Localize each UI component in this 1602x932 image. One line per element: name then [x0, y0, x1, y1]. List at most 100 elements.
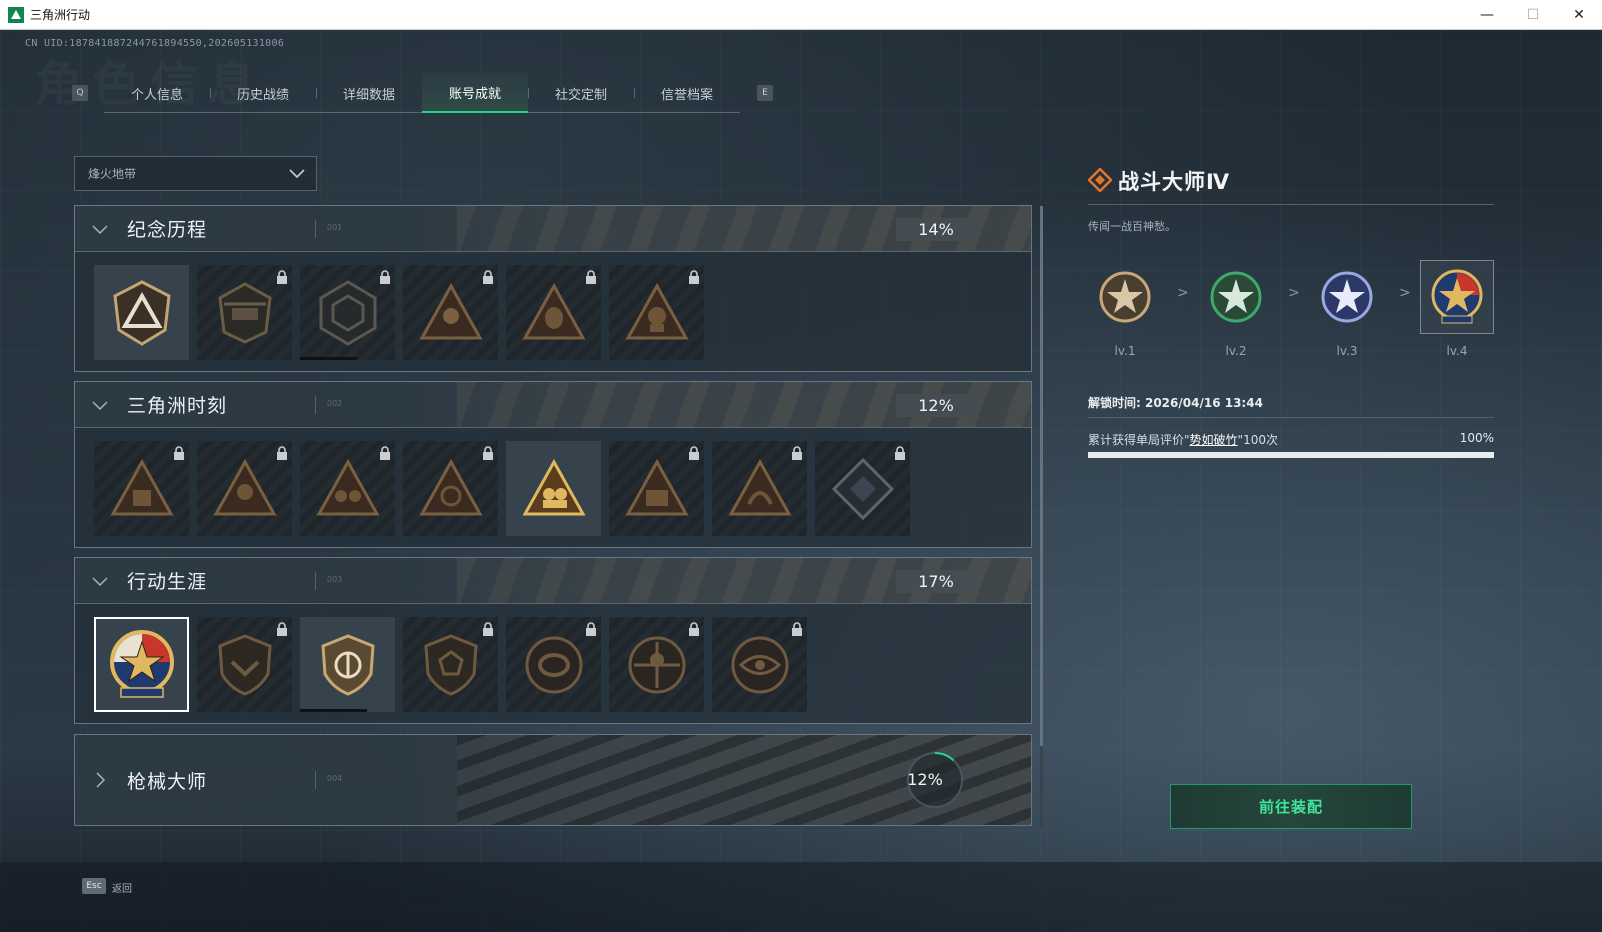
level-4-badge[interactable] — [1420, 260, 1494, 334]
soldier-triangle-icon — [212, 458, 277, 515]
section-title: 枪械大师 — [127, 770, 208, 793]
window-titlebar: 三角洲行动 — ☐ ✕ — [0, 0, 1602, 30]
level-1-label: lv.1 — [1114, 344, 1136, 358]
chevron-down-icon[interactable] — [91, 572, 109, 590]
level-2-star-icon — [1210, 271, 1262, 323]
section-header[interactable]: 三角洲时刻 002 12% — [75, 382, 1031, 428]
chevron-down-icon[interactable] — [91, 220, 109, 238]
level-3-badge[interactable] — [1310, 260, 1384, 334]
lock-icon — [483, 622, 493, 636]
chevron-shield-icon — [217, 633, 272, 696]
level-1-badge[interactable] — [1088, 260, 1162, 334]
game-viewport: 角色信息 CN UID:18784188724476189455​0,20260… — [0, 30, 1602, 932]
chevron-right-icon[interactable] — [91, 771, 109, 789]
crosshair-medal-icon — [628, 636, 685, 693]
section-percent: 12% — [907, 770, 943, 789]
badge-crosshair-medal[interactable] — [609, 617, 704, 712]
badge-combat-master[interactable] — [94, 617, 189, 712]
list-scrollbar-thumb[interactable] — [1040, 206, 1043, 746]
badge-progress-bar — [300, 357, 357, 360]
unlock-time: 解锁时间: 2026/04/16 13:44 — [1088, 396, 1263, 410]
wing-shield-icon — [320, 633, 375, 696]
tab-detailed-data[interactable]: 详细数据 — [316, 73, 422, 113]
badge-eye-medal[interactable] — [712, 617, 807, 712]
badge-diamond-cube[interactable] — [815, 441, 910, 536]
chevron-down-icon[interactable] — [91, 396, 109, 414]
tab-social-custom[interactable]: 社交定制 — [528, 73, 634, 113]
level-4-star-icon — [1431, 269, 1483, 324]
next-tab-key-hint[interactable]: E — [757, 85, 773, 101]
section-header[interactable]: 行动生涯 003 17% — [75, 558, 1031, 604]
badge-delta-shield[interactable] — [94, 265, 189, 360]
requirement-progress-bar — [1088, 452, 1494, 458]
warrior-triangle-icon — [418, 282, 483, 339]
soldier-triangle-icon — [624, 282, 689, 339]
section-code: 002 — [327, 399, 343, 408]
tab-personal-info[interactable]: 个人信息 — [104, 73, 210, 113]
lock-icon — [792, 622, 802, 636]
close-button[interactable]: ✕ — [1556, 0, 1602, 30]
section-percent: 12% — [896, 394, 976, 417]
tab-credit-record[interactable]: 信誉档案 — [634, 73, 740, 113]
badge-team-triangle[interactable] — [506, 441, 601, 536]
lock-icon — [174, 446, 184, 460]
achievement-diamond-icon — [1088, 168, 1112, 192]
badge-ring-medal[interactable] — [506, 617, 601, 712]
chevron-down-icon — [289, 169, 305, 179]
badge-fighters-triangle[interactable] — [300, 441, 395, 536]
lock-icon — [277, 446, 287, 460]
badge-warrior-triangle[interactable] — [403, 265, 498, 360]
badge-crate-triangle[interactable] — [94, 441, 189, 536]
badge-hooded-triangle[interactable] — [506, 265, 601, 360]
achievement-requirement: 累计获得单局评价"势如破竹"100次 — [1088, 433, 1278, 447]
go-equip-button[interactable]: 前往装配 — [1170, 784, 1412, 829]
requirement-highlight-link[interactable]: 势如破竹 — [1190, 433, 1238, 447]
badge-helicopter[interactable] — [197, 265, 292, 360]
prev-tab-key-hint[interactable]: Q — [72, 85, 88, 101]
section-code: 004 — [327, 774, 343, 783]
badge-squad-triangle[interactable] — [609, 441, 704, 536]
diamond-cube-icon — [831, 457, 894, 520]
badge-row — [75, 428, 1031, 536]
tab-match-history[interactable]: 历史战绩 — [210, 73, 316, 113]
badge-hands-triangle[interactable] — [403, 441, 498, 536]
mode-select-dropdown[interactable]: 烽火地带 — [74, 156, 317, 191]
window-title: 三角洲行动 — [30, 8, 91, 22]
badge-crest-shield[interactable] — [403, 617, 498, 712]
section-header[interactable]: 枪械大师 004 12% — [75, 735, 1031, 825]
badge-beast-triangle[interactable] — [712, 441, 807, 536]
hooded-triangle-icon — [521, 282, 586, 339]
delta-shield-icon — [112, 279, 171, 346]
achievement-section-memorial: 纪念历程 001 14% — [74, 205, 1032, 372]
hands-triangle-icon — [418, 458, 483, 515]
beast-triangle-icon — [727, 458, 792, 515]
lock-icon — [483, 270, 493, 284]
level-2-badge[interactable] — [1199, 260, 1273, 334]
level-3-star-icon — [1321, 271, 1373, 323]
minimize-button[interactable]: — — [1464, 0, 1510, 30]
level-4-label: lv.4 — [1446, 344, 1468, 358]
badge-row — [75, 252, 1031, 360]
badge-hex-emblem[interactable] — [300, 265, 395, 360]
back-label[interactable]: 返回 — [112, 880, 132, 895]
lock-icon — [483, 446, 493, 460]
list-scrollbar-track[interactable] — [1040, 746, 1043, 829]
squad-triangle-icon — [624, 458, 689, 515]
badge-soldier-triangle[interactable] — [197, 441, 292, 536]
badge-wing-shield[interactable] — [300, 617, 395, 712]
badge-chevron-shield[interactable] — [197, 617, 292, 712]
ring-medal-icon — [525, 636, 582, 693]
achievement-section-weapon-master[interactable]: 枪械大师 004 12% — [74, 734, 1032, 826]
tab-achievements[interactable]: 账号成就 — [422, 73, 528, 113]
level-arrow: > — [1399, 285, 1411, 301]
esc-key-hint[interactable]: Esc — [82, 878, 106, 894]
maximize-button[interactable]: ☐ — [1510, 0, 1556, 30]
hex-emblem-icon — [319, 279, 376, 346]
divider — [1088, 204, 1494, 205]
requirement-progress-fill — [1088, 452, 1494, 458]
section-header[interactable]: 纪念历程 001 14% — [75, 206, 1031, 252]
level-3-label: lv.3 — [1336, 344, 1358, 358]
footer-bar — [0, 862, 1602, 932]
section-title: 三角洲时刻 — [127, 395, 228, 417]
badge-soldier-triangle[interactable] — [609, 265, 704, 360]
